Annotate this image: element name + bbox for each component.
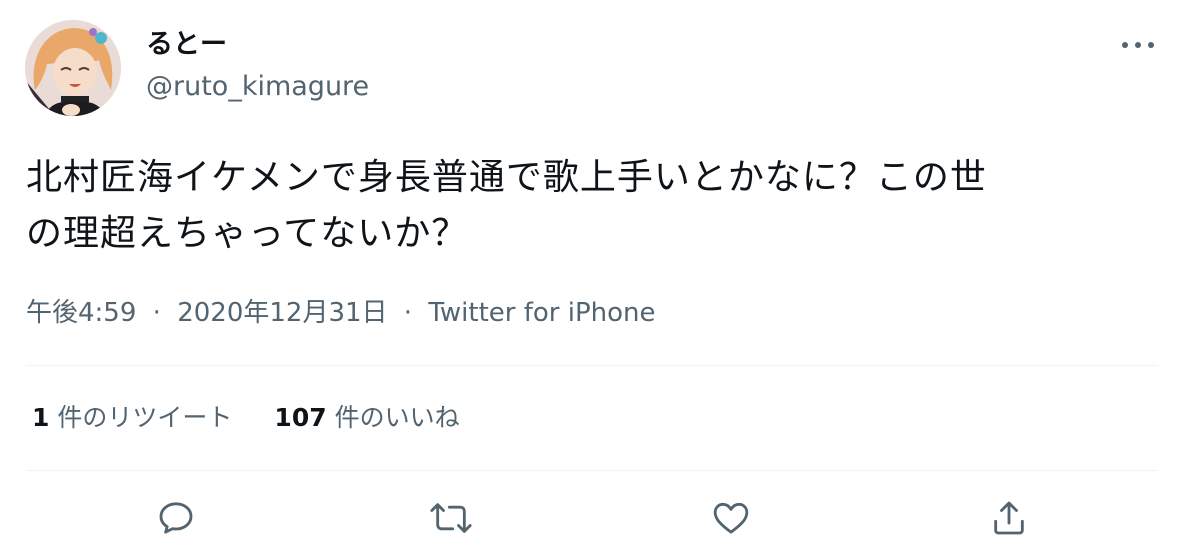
tweet-date[interactable]: 2020年12月31日 <box>177 298 387 328</box>
tweet-stats: 1 件のリツイート 107 件のいいね <box>32 400 502 436</box>
meta-separator: · <box>403 298 413 328</box>
display-name[interactable]: るとー <box>146 28 227 62</box>
retweets-count: 1 <box>32 403 50 432</box>
tweet-source[interactable]: Twitter for iPhone <box>428 298 655 328</box>
likes-stat[interactable]: 107 件のいいね <box>274 400 459 436</box>
avatar[interactable] <box>25 20 121 116</box>
reply-icon[interactable] <box>151 493 201 543</box>
like-icon[interactable] <box>706 493 756 543</box>
more-icon[interactable] <box>1118 30 1158 60</box>
retweets-stat[interactable]: 1 件のリツイート <box>32 400 232 436</box>
tweet-meta: 午後4:59 · 2020年12月31日 · Twitter for iPhon… <box>26 295 656 331</box>
tweet-text-line: の理超えちゃってないか？ <box>26 213 469 254</box>
meta-separator: · <box>152 298 161 328</box>
likes-count: 107 <box>274 403 327 432</box>
divider <box>26 470 1158 471</box>
retweet-icon[interactable] <box>426 493 476 543</box>
tweet-text-line: 北村匠海イケメンで身長普通で歌上手いとかなに？この世 <box>26 157 987 198</box>
divider <box>26 365 1158 366</box>
tweet-time[interactable]: 午後4:59 <box>26 298 136 328</box>
tweet-text: 北村匠海イケメンで身長普通で歌上手いとかなに？この世 の理超えちゃってないか？ <box>26 150 1146 262</box>
user-handle[interactable]: @ruto_kimagure <box>146 70 369 104</box>
share-icon[interactable] <box>984 493 1034 543</box>
retweets-label: 件のリツイート <box>57 403 233 432</box>
likes-label: 件のいいね <box>334 403 460 432</box>
